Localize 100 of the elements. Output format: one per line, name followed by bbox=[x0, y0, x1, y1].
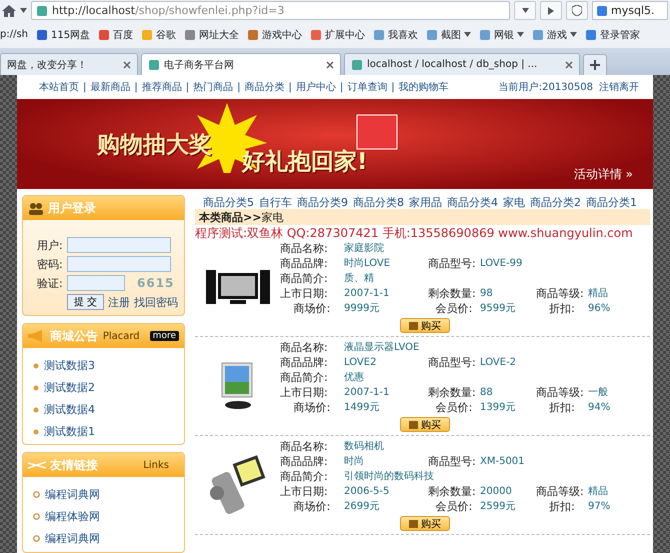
category-link[interactable]: 商品分类5 bbox=[203, 194, 254, 210]
account-link[interactable]: 注册 bbox=[108, 294, 130, 310]
bookmark[interactable]: 登录管家 bbox=[585, 28, 640, 42]
browser-tab[interactable]: 电子商务平台网 bbox=[141, 53, 341, 75]
bookmark[interactable]: 游戏 bbox=[532, 28, 578, 42]
caret-icon bbox=[517, 32, 524, 37]
friend-link[interactable]: 编程词典网 bbox=[45, 531, 100, 546]
current-user: 当前用户:20130508 bbox=[498, 80, 593, 94]
notice-link[interactable]: 测试数据2 bbox=[44, 380, 95, 396]
shield-button[interactable] bbox=[566, 1, 588, 20]
bookmark-icon bbox=[247, 28, 260, 40]
more-link[interactable]: more bbox=[150, 331, 179, 342]
home-theater-icon bbox=[206, 267, 270, 307]
go-button[interactable] bbox=[540, 1, 562, 20]
field-value: XM-5001 bbox=[480, 455, 526, 469]
caret-icon bbox=[570, 32, 578, 37]
field-value: 质、精 bbox=[344, 272, 375, 286]
notice-link[interactable]: 测试数据3 bbox=[44, 358, 95, 374]
bookmark[interactable]: 百度 bbox=[98, 28, 134, 42]
bookmark-icon bbox=[479, 28, 492, 40]
field-value: 2007-1-1 bbox=[344, 287, 390, 301]
field-label: 用户: bbox=[37, 238, 64, 252]
category-link[interactable]: 商品分类9 bbox=[297, 194, 348, 210]
field-label: 商场价: bbox=[292, 301, 332, 316]
bookmark-icon bbox=[36, 28, 48, 40]
bookmark[interactable]: 谷歌 bbox=[141, 28, 176, 42]
nav-link[interactable]: 用户中心 bbox=[296, 80, 336, 94]
credit-line: 程序测试:双鱼林 QQ:287307421 手机:13558690869 www.shuangyulin.com bbox=[195, 225, 634, 241]
bookmark[interactable]: p://sh bbox=[0, 29, 28, 40]
buy-button[interactable]: 购买 bbox=[400, 516, 450, 531]
input-field[interactable] bbox=[67, 275, 125, 291]
category-link[interactable]: 商品分类4 bbox=[447, 194, 498, 210]
field-label: 折扣: bbox=[548, 400, 576, 415]
category-link[interactable]: 商品分类2 bbox=[530, 194, 581, 210]
users-icon bbox=[28, 202, 44, 214]
field-label: 商品名称: bbox=[280, 241, 329, 256]
field-label: 剩余数量: bbox=[428, 484, 477, 499]
input-field[interactable] bbox=[67, 256, 171, 272]
field-value: 98 bbox=[480, 287, 494, 301]
bookmark[interactable]: 115网盘 bbox=[36, 28, 90, 42]
panel-subtitle: Links bbox=[143, 460, 169, 471]
nav-separator: | bbox=[288, 82, 292, 92]
bookmark[interactable]: 我喜欢 bbox=[373, 28, 418, 42]
logout-link[interactable]: 注销离开 bbox=[599, 80, 639, 94]
nav-link[interactable]: 推荐商品 bbox=[142, 80, 182, 94]
dropdown-button[interactable] bbox=[514, 1, 536, 20]
category-link[interactable]: 家电 bbox=[503, 194, 525, 210]
bookmark[interactable]: 网址大全 bbox=[184, 28, 240, 42]
field-label: 商品名称: bbox=[280, 439, 329, 454]
friend-link[interactable]: 编程体验网 bbox=[45, 509, 100, 524]
field-label: 商品型号: bbox=[428, 454, 477, 469]
field-label: 上市日期: bbox=[280, 484, 329, 499]
field-label: 商品品牌: bbox=[280, 454, 329, 469]
category-link[interactable]: 自行车 bbox=[259, 194, 292, 210]
bookmark[interactable]: 截图 bbox=[426, 28, 472, 42]
buy-button[interactable]: 购买 bbox=[400, 417, 450, 432]
new-tab-button[interactable] bbox=[583, 54, 607, 75]
nav-link[interactable]: 最新商品 bbox=[90, 80, 130, 94]
nav-link[interactable]: 热门商品 bbox=[193, 80, 234, 94]
product-name[interactable]: 液晶显示器LVOE bbox=[344, 340, 650, 355]
submit-button[interactable]: 提 交 bbox=[67, 294, 104, 310]
shield-icon bbox=[572, 5, 582, 16]
field-value: 精品 bbox=[588, 286, 609, 301]
product-name[interactable]: 数码相机 bbox=[344, 439, 650, 454]
caret-icon bbox=[464, 32, 472, 37]
field-value: 时尚 bbox=[344, 454, 365, 469]
account-link[interactable]: 找回密码 bbox=[134, 294, 178, 310]
nav-link[interactable]: 订单查询 bbox=[347, 80, 388, 94]
field-label: 商场价: bbox=[292, 499, 332, 514]
bookmark-icon bbox=[585, 28, 598, 40]
input-field[interactable] bbox=[67, 237, 171, 253]
close-icon[interactable] bbox=[565, 60, 573, 68]
product-name[interactable]: 家庭影院 bbox=[344, 241, 650, 256]
close-icon[interactable] bbox=[123, 60, 131, 68]
search-field[interactable]: mysql5. bbox=[592, 1, 668, 20]
close-icon[interactable] bbox=[326, 60, 334, 68]
nav-link[interactable]: 本站首页 bbox=[39, 80, 79, 94]
details-link[interactable]: 活动详情 » bbox=[574, 166, 633, 183]
bookmark[interactable]: 游戏中心 bbox=[247, 28, 302, 42]
field-label: 商品简介: bbox=[280, 370, 329, 385]
bookmark[interactable]: 扩展中心 bbox=[310, 28, 366, 42]
category-link[interactable]: 商品分类8 bbox=[353, 194, 404, 210]
ring-bullet-icon bbox=[33, 491, 40, 498]
notice-link[interactable]: 测试数据1 bbox=[44, 424, 95, 440]
friend-link[interactable]: 编程词典网 bbox=[45, 487, 100, 502]
buy-button[interactable]: 购买 bbox=[400, 318, 450, 333]
address-field[interactable]: http://localhost/shop/showfenlei.php?id=3 bbox=[31, 1, 510, 20]
caret-icon bbox=[20, 8, 27, 13]
field-value: LOVE-99 bbox=[480, 257, 524, 271]
category-link[interactable]: 家用品 bbox=[409, 194, 442, 210]
field-value: 引领时尚的数码科技 bbox=[344, 470, 435, 484]
notice-link[interactable]: 测试数据4 bbox=[44, 402, 95, 418]
browser-tab[interactable]: 网盘，改变分享！ bbox=[0, 53, 138, 75]
nav-link[interactable]: 商品分类 bbox=[244, 80, 284, 94]
nav-link[interactable]: 我的购物车 bbox=[398, 80, 449, 94]
bookmark[interactable]: 网银 bbox=[479, 28, 524, 42]
field-label: 商品等级: bbox=[536, 286, 585, 301]
home-icon[interactable] bbox=[2, 4, 16, 16]
browser-tab[interactable]: localhost / localhost / db_shop | ... bbox=[344, 53, 580, 75]
category-link[interactable]: 商品分类1 bbox=[586, 194, 637, 210]
